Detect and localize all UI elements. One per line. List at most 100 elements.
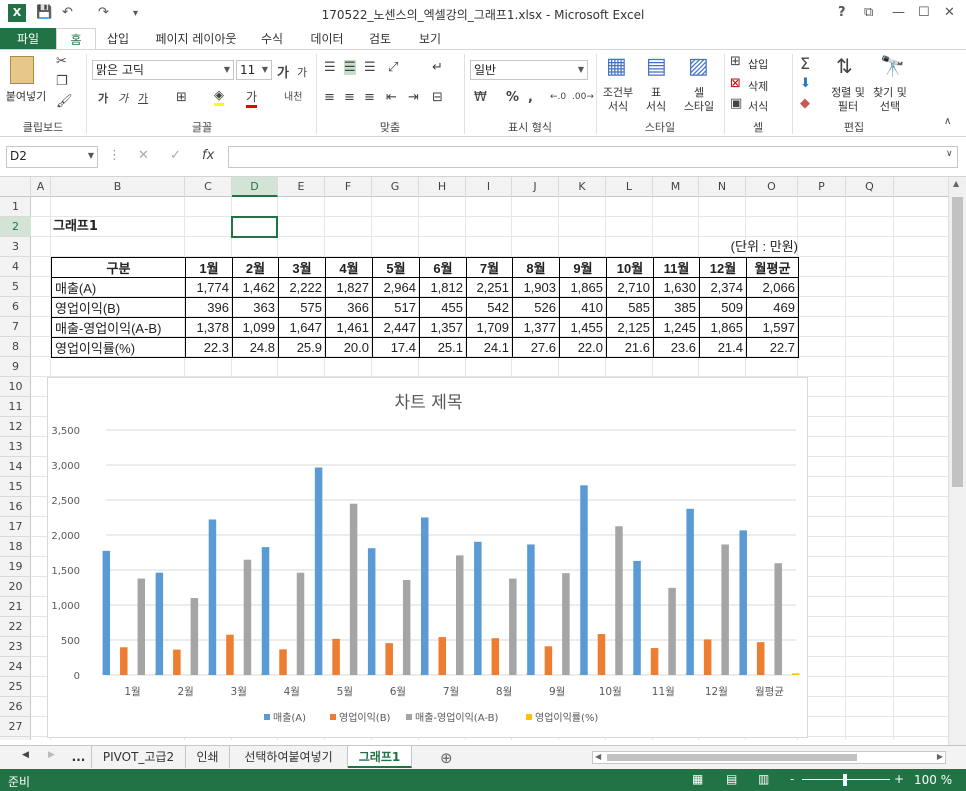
table-cell[interactable]: 1,709	[466, 317, 513, 338]
row-header-23[interactable]: 23	[0, 637, 31, 657]
table-cell[interactable]: 영업이익(B)	[51, 297, 186, 318]
scroll-left-icon[interactable]: ◀	[595, 752, 601, 761]
page-layout-view-icon[interactable]: ▤	[726, 772, 737, 786]
row-header-9[interactable]: 9	[0, 357, 31, 377]
insert-cells-button[interactable]: 삽입	[748, 56, 768, 72]
column-header-n[interactable]: N	[699, 177, 746, 197]
fill-icon[interactable]: ⬇	[800, 76, 811, 91]
sheet-tab-pivot[interactable]: PIVOT_고급2	[92, 746, 186, 768]
table-header-cell[interactable]: 11월	[653, 257, 700, 278]
minimize-icon[interactable]: —	[892, 5, 905, 23]
column-header-c[interactable]: C	[185, 177, 232, 197]
row-header-25[interactable]: 25	[0, 677, 31, 697]
tab-data[interactable]: 데이터	[302, 28, 352, 50]
table-cell[interactable]: 585	[606, 297, 654, 318]
row-header-4[interactable]: 4	[0, 257, 31, 277]
font-color-icon[interactable]: 가	[246, 88, 258, 108]
number-format-combo[interactable]: 일반 ▼	[470, 60, 588, 80]
scroll-right-icon[interactable]: ▶	[937, 752, 943, 761]
table-cell[interactable]: 21.4	[699, 337, 747, 358]
table-cell[interactable]: 매출-영업이익(A-B)	[51, 317, 186, 338]
cancel-icon[interactable]: ✕	[138, 148, 149, 163]
table-cell[interactable]: 366	[325, 297, 373, 318]
table-cell[interactable]: 469	[746, 297, 799, 318]
table-cell[interactable]: 27.6	[512, 337, 560, 358]
table-cell[interactable]: 517	[372, 297, 420, 318]
table-header-cell[interactable]: 1월	[185, 257, 233, 278]
table-cell[interactable]: 2,374	[699, 277, 747, 298]
table-cell[interactable]: 575	[278, 297, 326, 318]
align-center-icon[interactable]: ≡	[344, 90, 355, 105]
tab-file[interactable]: 파일	[0, 28, 56, 50]
table-cell[interactable]: 25.9	[278, 337, 326, 358]
sheet-tab-print[interactable]: 인쇄	[186, 746, 230, 768]
row-header-10[interactable]: 10	[0, 377, 31, 397]
row-header-1[interactable]: 1	[0, 197, 31, 217]
table-cell[interactable]: 396	[185, 297, 233, 318]
table-cell[interactable]: 526	[512, 297, 560, 318]
row-header-3[interactable]: 3	[0, 237, 31, 257]
zoom-level[interactable]: 100 %	[914, 773, 952, 787]
table-header-cell[interactable]: 6월	[419, 257, 467, 278]
row-header-5[interactable]: 5	[0, 277, 31, 297]
ribbon-display-icon[interactable]: ⧉	[864, 5, 873, 23]
table-cell[interactable]: 2,710	[606, 277, 654, 298]
table-cell[interactable]: 17.4	[372, 337, 420, 358]
table-cell[interactable]: 영업이익률(%)	[51, 337, 186, 358]
tab-insert[interactable]: 삽입	[98, 28, 138, 50]
tab-page-layout[interactable]: 페이지 레이아웃	[148, 28, 244, 50]
increase-decimal-icon[interactable]: ←.0	[550, 92, 566, 102]
comma-icon[interactable]: ,	[528, 90, 533, 105]
chart-container[interactable]: 차트 제목 0 500 1,000 1,500 2,000 2,500 3,000 3,500 1…	[47, 377, 808, 738]
find-select-button[interactable]: 찾기 및 선택	[868, 86, 912, 114]
zoom-slider-thumb[interactable]	[843, 774, 847, 786]
align-bottom-icon[interactable]: ☰	[364, 60, 376, 75]
currency-icon[interactable]: ₩	[474, 90, 487, 105]
table-header-cell[interactable]: 3월	[278, 257, 326, 278]
table-cell[interactable]: 1,378	[185, 317, 233, 338]
column-header-q[interactable]: Q	[846, 177, 894, 197]
table-cell[interactable]: 매출(A)	[51, 277, 186, 298]
sheet-tab-graph1[interactable]: 그래프1	[348, 746, 412, 768]
column-header-f[interactable]: F	[325, 177, 372, 197]
row-header-21[interactable]: 21	[0, 597, 31, 617]
table-header-cell[interactable]: 7월	[466, 257, 513, 278]
bold-icon[interactable]: 가	[98, 90, 108, 106]
table-cell[interactable]: 2,222	[278, 277, 326, 298]
align-top-icon[interactable]: ☰	[324, 60, 336, 75]
row-header-13[interactable]: 13	[0, 437, 31, 457]
row-header-27[interactable]: 27	[0, 717, 31, 737]
row-header-17[interactable]: 17	[0, 517, 31, 537]
column-header-l[interactable]: L	[606, 177, 653, 197]
table-cell[interactable]: 1,630	[653, 277, 700, 298]
cut-icon[interactable]: ✂	[56, 54, 67, 69]
table-cell[interactable]: 1,647	[278, 317, 326, 338]
tab-review[interactable]: 검토	[358, 28, 402, 50]
table-cell[interactable]: 22.0	[559, 337, 607, 358]
scroll-up-icon[interactable]: ▲	[953, 179, 959, 188]
delete-cells-button[interactable]: 삭제	[748, 78, 768, 94]
row-header-20[interactable]: 20	[0, 577, 31, 597]
table-cell[interactable]: 1,812	[419, 277, 467, 298]
phonetic-icon[interactable]: 내천	[284, 88, 302, 103]
format-cells-icon[interactable]: ▣	[730, 96, 742, 111]
h-scroll-thumb[interactable]	[607, 754, 857, 761]
close-icon[interactable]: ✕	[944, 5, 955, 23]
insert-function-icon[interactable]: fx	[202, 148, 214, 163]
table-cell[interactable]: 1,099	[232, 317, 279, 338]
cell-styles-button[interactable]: 셀 스타일	[676, 86, 722, 114]
table-cell[interactable]: 455	[419, 297, 467, 318]
table-cell[interactable]: 385	[653, 297, 700, 318]
tab-view[interactable]: 보기	[408, 28, 452, 50]
autosum-icon[interactable]: Σ	[800, 54, 810, 73]
table-cell[interactable]: 22.7	[746, 337, 799, 358]
name-box[interactable]: D2 ▼	[6, 146, 98, 168]
table-cell[interactable]: 1,245	[653, 317, 700, 338]
find-select-icon[interactable]: 🔭	[880, 54, 905, 78]
worksheet-grid[interactable]: 그래프1 (단위 : 만원) 구분 1월 2월 3월 4월 5월 6월 7월 8월 9월 10월 11월 1…	[31, 197, 948, 740]
column-header-g[interactable]: G	[372, 177, 419, 197]
column-header-e[interactable]: E	[278, 177, 325, 197]
scroll-thumb[interactable]	[952, 197, 963, 487]
select-all-corner[interactable]	[0, 177, 31, 197]
row-header-11[interactable]: 11	[0, 397, 31, 417]
